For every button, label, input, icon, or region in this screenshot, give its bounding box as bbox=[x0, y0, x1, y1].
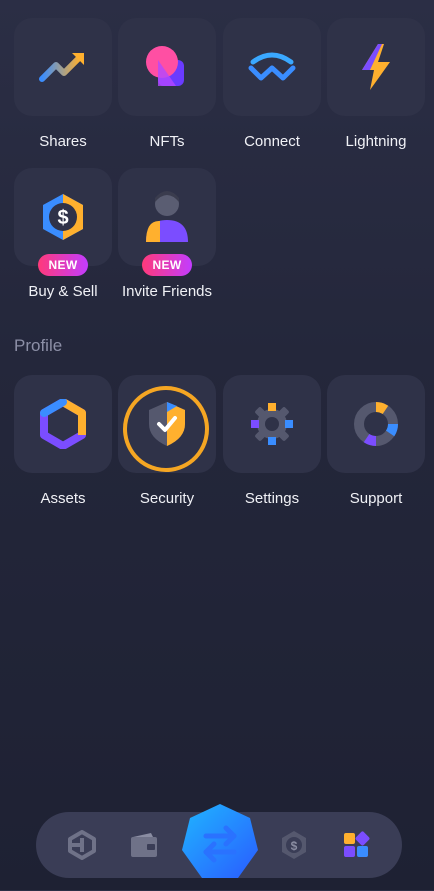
assets-tile[interactable] bbox=[14, 375, 112, 473]
security-label: Security bbox=[139, 490, 195, 507]
invite-friends-tile[interactable] bbox=[118, 168, 216, 266]
exodus-logo-icon bbox=[68, 830, 96, 860]
svg-text:$: $ bbox=[291, 839, 298, 853]
connect-tile[interactable] bbox=[223, 18, 321, 116]
lightning-icon bbox=[362, 44, 390, 90]
new-badge: NEW bbox=[142, 254, 192, 276]
profile-section-title: Profile bbox=[14, 336, 63, 355]
connect-label: Connect bbox=[244, 133, 300, 150]
assets-label: Assets bbox=[40, 490, 86, 507]
new-badge: NEW bbox=[38, 254, 88, 276]
lightning-tile[interactable] bbox=[327, 18, 425, 116]
support-label: Support bbox=[349, 490, 403, 507]
nfts-label: NFTs bbox=[149, 133, 185, 150]
support-tile[interactable] bbox=[327, 375, 425, 473]
lightning-label: Lightning bbox=[345, 133, 407, 150]
invite-friends-label: Invite Friends bbox=[121, 283, 213, 300]
walletconnect-icon bbox=[248, 52, 296, 81]
nfts-tile[interactable] bbox=[118, 18, 216, 116]
assets-hexagon-icon bbox=[40, 399, 86, 449]
buy-sell-tile[interactable]: $ bbox=[14, 168, 112, 266]
shares-tile[interactable] bbox=[14, 18, 112, 116]
gear-icon bbox=[251, 403, 293, 445]
apps-grid-icon bbox=[344, 831, 370, 857]
shares-label: Shares bbox=[39, 133, 87, 150]
nav-wallet[interactable] bbox=[126, 827, 162, 863]
nav-staking[interactable]: $ bbox=[276, 827, 312, 863]
dollar-coin-icon: $ bbox=[43, 194, 83, 240]
swap-arrows-icon bbox=[182, 804, 258, 878]
nav-home[interactable] bbox=[64, 827, 100, 863]
buy-sell-label: Buy & Sell bbox=[28, 283, 98, 300]
svg-text:$: $ bbox=[57, 207, 68, 229]
chart-trend-icon bbox=[39, 53, 84, 82]
settings-label: Settings bbox=[244, 490, 300, 507]
person-icon bbox=[146, 191, 188, 242]
nft-icon bbox=[146, 46, 184, 86]
nav-apps[interactable] bbox=[338, 827, 374, 863]
wallet-icon bbox=[131, 833, 157, 857]
swap-button[interactable] bbox=[178, 802, 262, 886]
lifebuoy-icon bbox=[354, 402, 398, 446]
settings-tile[interactable] bbox=[223, 375, 321, 473]
dollar-hexagon-icon: $ bbox=[282, 831, 306, 859]
